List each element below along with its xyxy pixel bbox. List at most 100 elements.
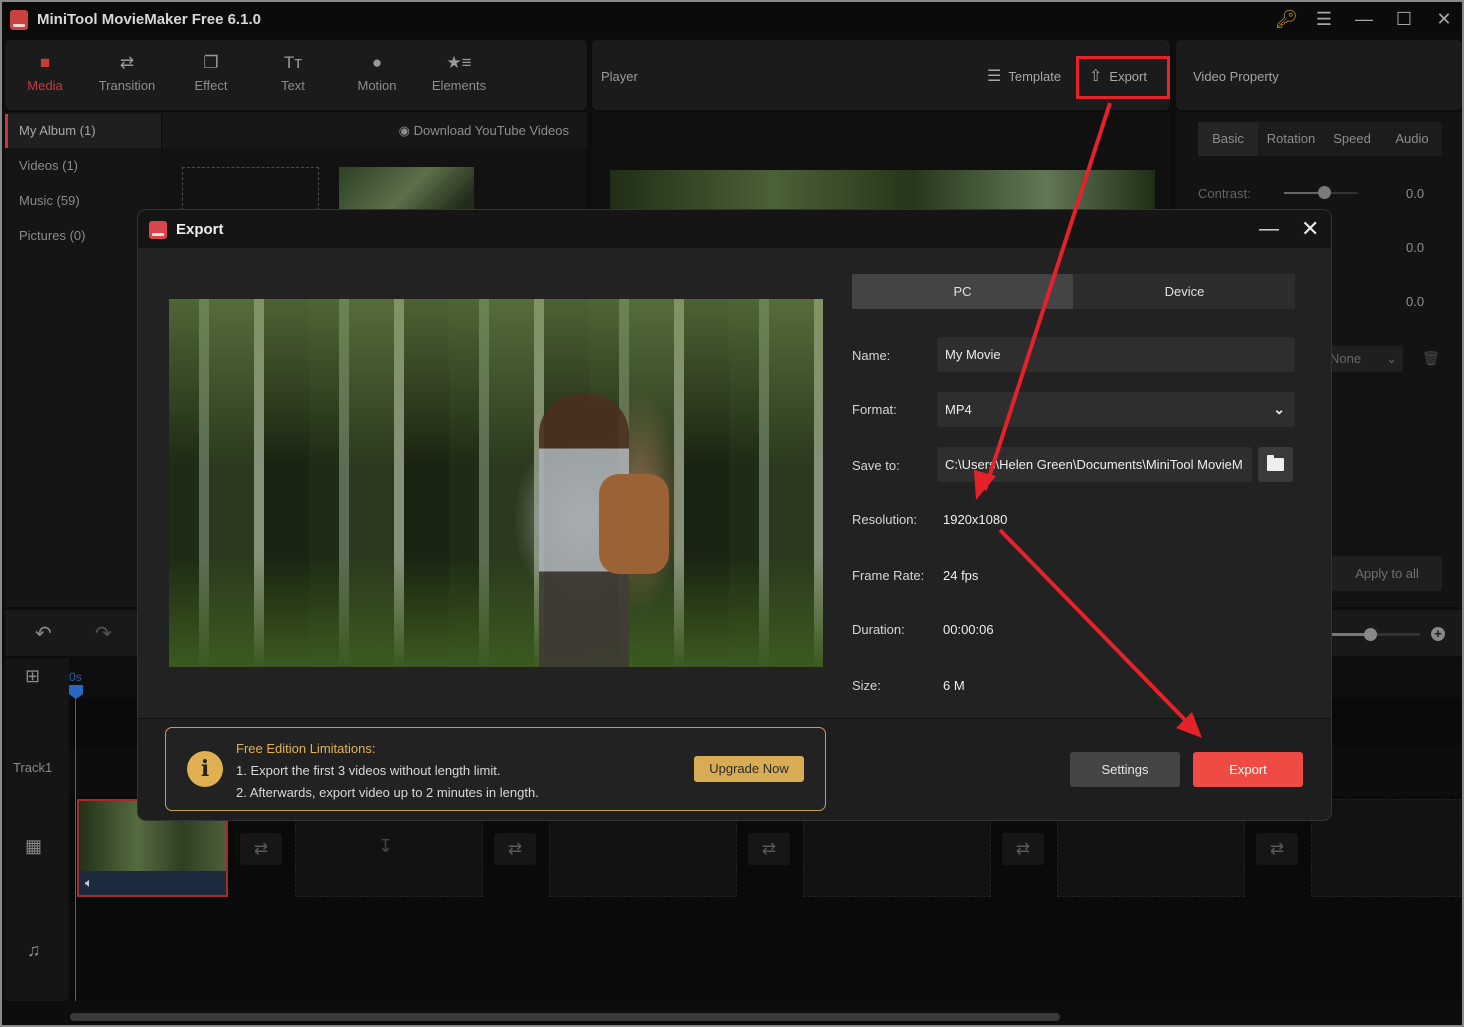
layers-icon: ❐ bbox=[203, 53, 219, 72]
maximize-icon[interactable]: ☐ bbox=[1393, 9, 1415, 29]
limits-line-1: 1. Export the first 3 videos without len… bbox=[236, 763, 501, 778]
motion-icon: ● bbox=[371, 53, 383, 72]
tool-text[interactable]: Tᴛ Text bbox=[253, 52, 333, 93]
title-bar: MiniTool MovieMaker Free 6.1.0 🔑︎ ☰ — ☐ … bbox=[2, 2, 1462, 38]
transition-slot[interactable]: ⇄ bbox=[748, 833, 790, 865]
sidebar-item-my-album[interactable]: My Album (1) bbox=[5, 114, 161, 148]
upgrade-now-button[interactable]: Upgrade Now bbox=[694, 756, 804, 782]
menu-icon[interactable]: ☰ bbox=[1313, 9, 1335, 29]
timeline-scrollbar[interactable] bbox=[70, 1013, 1060, 1021]
add-track-icon[interactable]: ⊞ bbox=[25, 666, 40, 687]
size-label: Size: bbox=[852, 678, 881, 693]
apply-to-all-button[interactable]: Apply to all bbox=[1332, 556, 1442, 591]
lut-select-value: None bbox=[1330, 351, 1362, 366]
settings-button[interactable]: Settings bbox=[1070, 752, 1180, 787]
export-button[interactable]: Export bbox=[1193, 752, 1303, 787]
key-icon[interactable]: 🔑︎ bbox=[1275, 9, 1298, 29]
zoom-in-icon[interactable]: + bbox=[1431, 627, 1445, 641]
dialog-logo-icon bbox=[149, 221, 167, 239]
text-icon: Tᴛ bbox=[283, 53, 303, 72]
player-label: Player bbox=[601, 69, 638, 84]
download-youtube-label: Download YouTube Videos bbox=[413, 123, 569, 138]
format-value: MP4 bbox=[945, 402, 972, 417]
music-note-icon: ♫ bbox=[27, 940, 41, 960]
slider-knob[interactable] bbox=[1318, 186, 1331, 199]
save-path-input[interactable]: C:\Users\Helen Green\Documents\MiniTool … bbox=[937, 447, 1252, 482]
export-preview-image bbox=[169, 299, 823, 667]
transition-slot[interactable]: ⇄ bbox=[1256, 833, 1298, 865]
tool-transition[interactable]: ⇄ Transition bbox=[87, 52, 167, 93]
trash-icon[interactable]: 🗑︎ bbox=[1422, 350, 1440, 367]
transition-slot[interactable]: ⇄ bbox=[1002, 833, 1044, 865]
download-icon: ↧ bbox=[378, 836, 394, 856]
frame-rate-value: 24 fps bbox=[943, 568, 979, 583]
size-value: 6 M bbox=[943, 678, 965, 693]
empty-clip-slot[interactable] bbox=[1311, 799, 1461, 897]
undo-icon[interactable]: ↶ bbox=[35, 621, 52, 646]
zoom-knob[interactable] bbox=[1364, 628, 1377, 641]
layers-stack-icon: ☰ bbox=[987, 68, 1002, 85]
tool-label: Motion bbox=[357, 78, 397, 93]
download-youtube-link[interactable]: ◉ Download YouTube Videos bbox=[399, 123, 569, 139]
media-top-bar: ◉ Download YouTube Videos bbox=[162, 112, 587, 148]
swap-arrows-icon: ⇄ bbox=[119, 53, 135, 72]
contrast-label: Contrast: bbox=[1198, 186, 1251, 201]
video-property-label: Video Property bbox=[1193, 69, 1279, 84]
transition-slot[interactable]: ⇄ bbox=[494, 833, 536, 865]
frame-rate-label: Frame Rate: bbox=[852, 568, 925, 583]
tab-audio[interactable]: Audio bbox=[1384, 122, 1440, 156]
property-value-3: 0.0 bbox=[1406, 294, 1425, 309]
property-value-2: 0.0 bbox=[1406, 240, 1425, 255]
chevron-down-icon: ⌄ bbox=[1386, 351, 1397, 366]
lut-select[interactable]: None ⌄ bbox=[1326, 346, 1403, 372]
info-icon: i bbox=[187, 751, 223, 787]
player-header: Player ☰ Template ⇧ Export bbox=[592, 40, 1170, 110]
destination-tabs: PC Device bbox=[852, 274, 1295, 309]
tool-label: Transition bbox=[98, 78, 156, 93]
contrast-slider[interactable] bbox=[1284, 186, 1358, 199]
tool-elements[interactable]: ★≡ Elements bbox=[419, 52, 499, 93]
tool-effect[interactable]: ❐ Effect bbox=[171, 52, 251, 93]
resolution-label: Resolution: bbox=[852, 512, 918, 527]
contrast-value: 0.0 bbox=[1406, 186, 1425, 201]
limits-title: Free Edition Limitations: bbox=[236, 741, 376, 756]
transition-slot[interactable]: ⇄ bbox=[240, 833, 282, 865]
timeline-zoom-slider[interactable] bbox=[1325, 628, 1420, 641]
tool-label: Media bbox=[27, 78, 63, 93]
volume-icon[interactable]: 🔈︎ bbox=[85, 875, 93, 891]
redo-icon[interactable]: ↷ bbox=[95, 621, 112, 646]
audio-track bbox=[69, 903, 1462, 993]
resolution-value: 1920x1080 bbox=[943, 512, 1008, 527]
folder-icon: ■ bbox=[39, 53, 51, 72]
tab-pc[interactable]: PC bbox=[852, 274, 1073, 309]
tab-speed[interactable]: Speed bbox=[1324, 122, 1380, 156]
close-icon[interactable]: ✕ bbox=[1433, 9, 1455, 29]
preview-backpack bbox=[599, 474, 669, 574]
format-select[interactable]: MP4 ⌄ bbox=[937, 392, 1295, 427]
dialog-title: Export bbox=[176, 221, 224, 238]
sidebar-item-videos[interactable]: Videos (1) bbox=[5, 149, 161, 183]
track-label: Track1 bbox=[13, 760, 53, 775]
app-logo-icon bbox=[10, 10, 28, 30]
name-label: Name: bbox=[852, 348, 891, 363]
film-icon: ▦ bbox=[25, 836, 43, 856]
dialog-title-bar: Export — ✕ bbox=[138, 210, 1331, 248]
dialog-minimize-icon[interactable]: — bbox=[1259, 218, 1279, 241]
tool-motion[interactable]: ● Motion bbox=[337, 52, 417, 93]
tab-device[interactable]: Device bbox=[1074, 274, 1295, 309]
folder-icon bbox=[1267, 455, 1284, 471]
tool-media[interactable]: ■ Media bbox=[5, 52, 85, 93]
export-dialog: Export — ✕ PC Device Name: My Movie Form… bbox=[138, 210, 1331, 820]
app-title: MiniTool MovieMaker Free 6.1.0 bbox=[37, 11, 261, 28]
star-list-icon: ★≡ bbox=[446, 53, 472, 72]
browse-folder-button[interactable] bbox=[1258, 447, 1293, 482]
tab-basic[interactable]: Basic bbox=[1198, 122, 1258, 156]
timeline-track-headers: ⊞ Track1 ▦ ♫ bbox=[5, 658, 69, 1001]
tool-label: Elements bbox=[431, 78, 487, 93]
save-to-label: Save to: bbox=[852, 458, 900, 473]
name-input[interactable]: My Movie bbox=[937, 337, 1295, 372]
dialog-close-icon[interactable]: ✕ bbox=[1301, 216, 1319, 242]
tab-rotation[interactable]: Rotation bbox=[1260, 122, 1322, 156]
template-button[interactable]: ☰ Template bbox=[987, 66, 1061, 86]
minimize-icon[interactable]: — bbox=[1353, 9, 1375, 29]
